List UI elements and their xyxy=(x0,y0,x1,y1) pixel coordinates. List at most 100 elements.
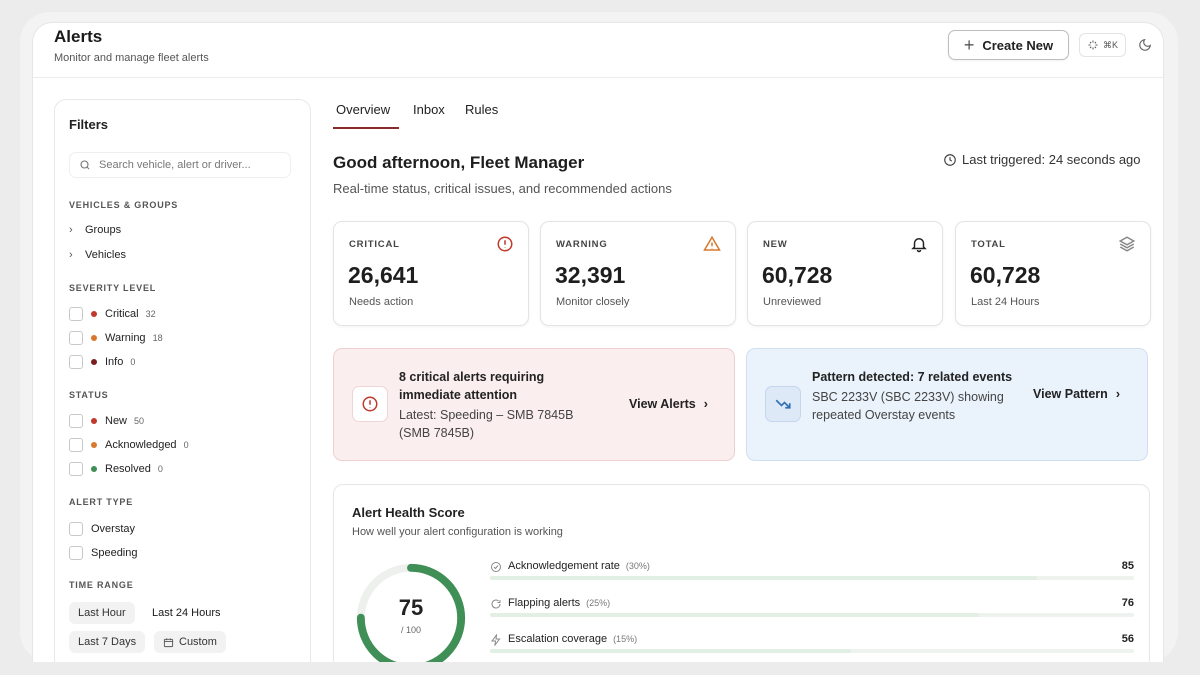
metric-label: Escalation coverage (15%) xyxy=(508,633,637,645)
checkbox[interactable] xyxy=(69,522,83,536)
metric-label: Acknowledgement rate (30%) xyxy=(508,560,650,572)
stat-value: 32,391 xyxy=(555,262,626,288)
search-icon xyxy=(80,160,90,170)
filter-label: Overstay xyxy=(91,523,136,535)
checkbox[interactable] xyxy=(69,307,83,321)
filter-count: 0 xyxy=(130,357,136,367)
chevron-right-icon: › xyxy=(69,249,73,261)
health-score-max: / 100 xyxy=(400,625,422,635)
filter-label: New xyxy=(105,415,128,427)
banner-text: SBC 2233V (SBC 2233V) showing repeated Ov… xyxy=(812,388,1004,424)
filter-label: Critical xyxy=(105,308,139,320)
banner-icon-box xyxy=(352,386,388,422)
chevron-right-icon: › xyxy=(703,397,708,411)
checkbox[interactable] xyxy=(69,462,83,476)
filter-type-overstay[interactable]: Overstay xyxy=(69,520,135,538)
status-dot xyxy=(91,335,97,341)
filter-severity-info[interactable]: Info 0 xyxy=(69,353,135,371)
filter-status-acknowledged[interactable]: Acknowledged 0 xyxy=(69,436,189,454)
stat-card-critical[interactable]: CRITICAL 26,641 Needs action xyxy=(333,221,529,326)
stat-card-warning[interactable]: WARNING 32,391 Monitor closely xyxy=(540,221,736,326)
time-chip-last-hour[interactable]: Last Hour xyxy=(69,602,135,624)
banner-text-line2: (SMB 7845B) xyxy=(399,426,475,440)
filter-status-resolved[interactable]: Resolved 0 xyxy=(69,460,163,478)
stat-label: CRITICAL xyxy=(349,239,400,250)
alert-circle-icon xyxy=(362,396,378,412)
alert-health-card: Alert Health Score How well your alert c… xyxy=(333,484,1150,662)
section-severity: SEVERITY LEVEL xyxy=(69,283,157,293)
filter-count: 50 xyxy=(134,416,145,426)
last-triggered-text: Last triggered: 24 seconds ago xyxy=(962,152,1141,167)
check-circle-icon xyxy=(491,562,501,572)
tab-overview[interactable]: Overview xyxy=(336,102,390,117)
tree-item-groups[interactable]: › Groups xyxy=(69,221,121,239)
time-chip-last-7-days[interactable]: Last 7 Days xyxy=(69,631,146,653)
section-alert-type: ALERT TYPE xyxy=(69,497,134,507)
banner-text-line1: SBC 2233V (SBC 2233V) showing xyxy=(812,390,1004,404)
metric-weight: (30%) xyxy=(625,561,650,571)
status-dot xyxy=(91,359,97,365)
filter-status-new[interactable]: New 50 xyxy=(69,412,144,430)
create-new-button[interactable]: + Create New xyxy=(948,30,1069,60)
critical-alerts-banner: 8 critical alerts requiring immediate att… xyxy=(333,348,735,461)
filter-severity-warning[interactable]: Warning 18 xyxy=(69,329,163,347)
stat-card-total[interactable]: TOTAL 60,728 Last 24 Hours xyxy=(955,221,1151,326)
filter-count: 18 xyxy=(152,333,163,343)
filter-count: 0 xyxy=(157,464,163,474)
greeting-title: Good afternoon, Fleet Manager xyxy=(333,153,585,172)
search-input[interactable] xyxy=(99,159,279,171)
tab-rules[interactable]: Rules xyxy=(465,102,498,117)
command-palette-button[interactable]: ⌘K xyxy=(1079,33,1126,57)
warning-triangle-icon xyxy=(703,235,721,251)
plus-icon: + xyxy=(963,35,975,55)
time-chip-last-24-hours[interactable]: Last 24 Hours xyxy=(143,602,230,624)
stat-note: Unreviewed xyxy=(763,296,822,308)
trending-down-icon xyxy=(775,399,791,409)
filter-count: 32 xyxy=(145,309,156,319)
filter-severity-critical[interactable]: Critical 32 xyxy=(69,305,156,323)
app-window: Alerts Monitor and manage fleet alerts +… xyxy=(32,22,1164,662)
view-alerts-link[interactable]: View Alerts › xyxy=(629,397,708,411)
metric-name: Flapping alerts xyxy=(508,597,581,609)
section-vehicles-groups: VEHICLES & GROUPS xyxy=(69,200,179,210)
metric-value: 85 xyxy=(1121,560,1134,572)
checkbox[interactable] xyxy=(69,331,83,345)
stat-card-new[interactable]: NEW 60,728 Unreviewed xyxy=(747,221,943,326)
checkbox[interactable] xyxy=(69,438,83,452)
checkbox[interactable] xyxy=(69,414,83,428)
view-pattern-link[interactable]: View Pattern › xyxy=(1033,387,1120,401)
clock-icon xyxy=(944,153,956,166)
metric-label: Flapping alerts (25%) xyxy=(508,597,610,609)
tab-inbox[interactable]: Inbox xyxy=(413,102,445,117)
stat-value: 26,641 xyxy=(348,262,419,288)
metric-bar-fill xyxy=(490,649,851,653)
stat-value: 60,728 xyxy=(970,262,1041,288)
status-dot xyxy=(91,466,97,472)
tree-item-label: Groups xyxy=(85,224,122,236)
filters-panel: Filters VEHICLES & GROUPS › Groups › Vehic… xyxy=(54,99,311,662)
checkbox[interactable] xyxy=(69,355,83,369)
chevron-right-icon: › xyxy=(1115,387,1120,401)
checkbox[interactable] xyxy=(69,546,83,560)
time-chip-custom[interactable]: Custom xyxy=(154,631,226,653)
layers-icon xyxy=(1118,236,1136,252)
calendar-icon xyxy=(163,637,174,647)
stat-note: Monitor closely xyxy=(556,296,630,308)
status-dot xyxy=(91,442,97,448)
health-title: Alert Health Score xyxy=(352,505,465,520)
filter-label: Warning xyxy=(105,332,146,344)
bell-icon xyxy=(911,238,927,253)
chip-label: Custom xyxy=(179,636,217,648)
page-title: Alerts xyxy=(54,27,103,46)
last-triggered: Last triggered: 24 seconds ago xyxy=(943,152,1141,167)
theme-toggle-button[interactable] xyxy=(1135,35,1155,55)
tree-item-vehicles[interactable]: › Vehicles xyxy=(69,246,126,264)
banner-icon-box xyxy=(765,386,801,422)
metric-bar-fill xyxy=(490,576,1038,580)
section-status: STATUS xyxy=(69,390,109,400)
metric-bar-track xyxy=(490,576,1134,580)
pattern-banner: Pattern detected: 7 related events SBC 2… xyxy=(746,348,1148,461)
stat-label: WARNING xyxy=(556,239,608,250)
filter-type-speeding[interactable]: Speeding xyxy=(69,544,138,562)
banner-title-line2: immediate attention xyxy=(399,388,518,402)
